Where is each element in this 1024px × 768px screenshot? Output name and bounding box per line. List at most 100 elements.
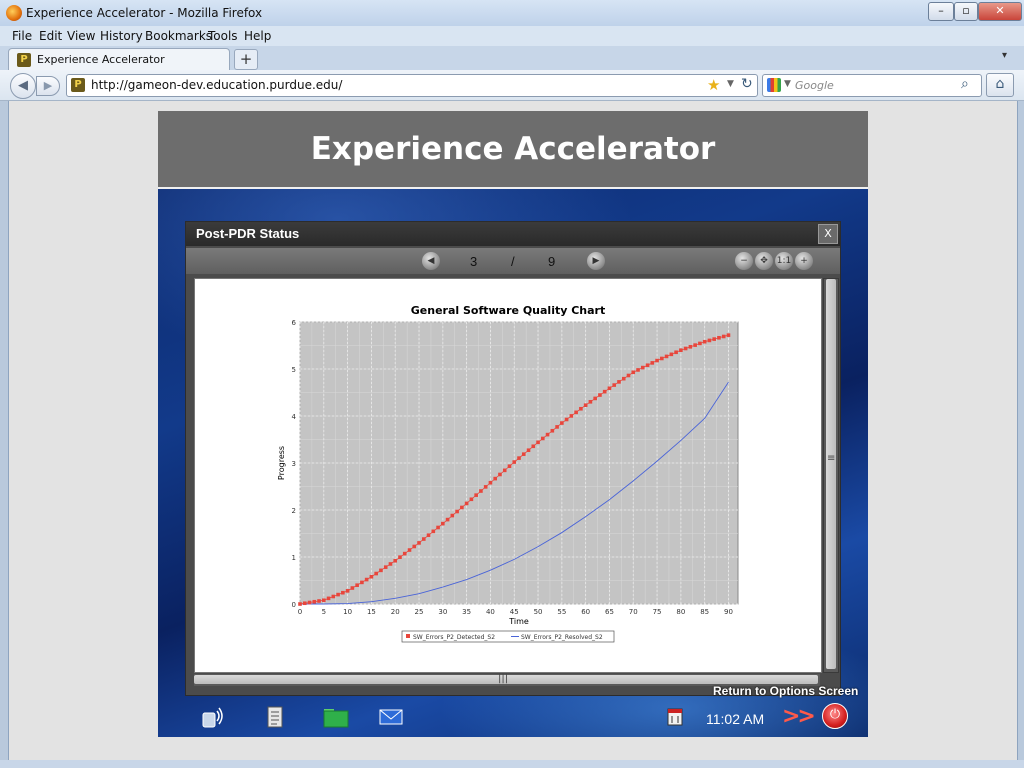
calendar-icon[interactable]: [666, 705, 684, 729]
x-tick-label: 55: [557, 608, 566, 616]
series-detected-marker: [683, 346, 688, 351]
series-detected-marker: [664, 354, 669, 359]
series-detected-marker: [360, 580, 364, 585]
menu-tools[interactable]: Tools: [208, 29, 238, 43]
vertical-scrollbar[interactable]: ≡: [823, 278, 839, 673]
series-detected-marker: [536, 440, 540, 445]
vertical-scroll-thumb[interactable]: ≡: [826, 279, 836, 669]
y-tick-label: 5: [292, 366, 296, 374]
menu-help[interactable]: Help: [244, 29, 271, 43]
url-bar[interactable]: P http://gameon-dev.education.purdue.edu…: [66, 74, 758, 97]
series-detected-marker: [474, 493, 478, 497]
document-icon[interactable]: [262, 705, 288, 729]
series-detected-marker: [493, 476, 497, 481]
dialog-title: Post-PDR Status: [196, 226, 300, 241]
minimize-button[interactable]: –: [928, 2, 954, 21]
series-detected-marker: [479, 489, 483, 493]
site-identity-icon[interactable]: P: [71, 78, 85, 92]
return-to-options-link[interactable]: Return to Options Screen: [713, 684, 858, 698]
tab-experience-accelerator[interactable]: P Experience Accelerator: [8, 48, 230, 71]
x-tick-label: 10: [343, 608, 352, 616]
scroll-grip-icon: |||: [498, 673, 509, 684]
tab-list-icon[interactable]: ▾: [1002, 50, 1007, 61]
series-detected-marker: [607, 386, 612, 391]
series-detected-marker: [693, 343, 697, 347]
search-magnifier-icon[interactable]: ⌕: [961, 76, 969, 92]
x-tick-label: 30: [438, 608, 447, 616]
series-detected-marker: [636, 368, 640, 372]
series-detected-marker: [445, 517, 450, 522]
experience-accelerator-app: Experience Accelerator Post-PDR Status X…: [158, 111, 868, 737]
menu-view[interactable]: View: [67, 29, 95, 43]
zoom-fit-icon[interactable]: ✥: [755, 252, 773, 270]
series-detected-marker: [364, 577, 369, 582]
next-page-icon[interactable]: ▶: [587, 252, 605, 270]
series-detected-marker: [398, 555, 402, 559]
menu-history[interactable]: History: [100, 29, 143, 43]
navigation-bar: ◀ ▶ P http://gameon-dev.education.purdue…: [0, 70, 1024, 101]
menu-file[interactable]: File: [12, 29, 32, 43]
dialog-close-button[interactable]: X: [818, 224, 838, 244]
series-detected-marker: [407, 548, 412, 552]
taskbar-clock: 11:02 AM: [706, 711, 765, 727]
menu-bar: File Edit View History Bookmarks Tools H…: [0, 26, 1024, 46]
page-viewport: Experience Accelerator Post-PDR Status X…: [8, 101, 1018, 760]
x-tick-label: 35: [462, 608, 471, 616]
new-tab-button[interactable]: +: [234, 49, 258, 70]
bookmark-star-icon[interactable]: ★: [707, 76, 720, 94]
menu-bookmarks[interactable]: Bookmarks: [145, 29, 212, 43]
url-text[interactable]: http://gameon-dev.education.purdue.edu/: [91, 78, 342, 92]
series-detected-marker: [436, 525, 440, 530]
series-detected-marker: [640, 365, 645, 370]
series-detected-marker: [588, 400, 593, 404]
series-detected-marker: [483, 485, 488, 489]
horizontal-scroll-thumb[interactable]: |||: [194, 673, 818, 684]
menu-edit[interactable]: Edit: [39, 29, 62, 43]
series-detected-marker: [512, 460, 517, 464]
zoom-in-icon[interactable]: +: [795, 252, 813, 270]
x-tick-label: 80: [676, 608, 685, 616]
google-icon[interactable]: [767, 78, 781, 92]
home-button[interactable]: ⌂: [986, 73, 1014, 97]
url-dropdown-icon[interactable]: ▼: [727, 79, 734, 89]
series-detected-marker: [541, 436, 545, 441]
series-detected-marker: [721, 334, 726, 339]
fast-forward-icon[interactable]: >>: [782, 704, 816, 729]
mail-icon[interactable]: [378, 705, 404, 729]
y-tick-label: 4: [292, 413, 297, 421]
series-detected-marker: [617, 380, 621, 384]
search-input[interactable]: Google: [795, 79, 834, 92]
series-detected-marker: [388, 562, 393, 566]
reload-icon[interactable]: ↻: [741, 76, 753, 92]
x-axis-label: Time: [508, 617, 529, 626]
series-detected-marker: [631, 370, 636, 375]
y-axis-label: Progress: [277, 446, 286, 480]
back-button[interactable]: ◀: [10, 73, 36, 99]
close-window-button[interactable]: ✕: [978, 2, 1022, 21]
tab-strip: P Experience Accelerator + ▾: [0, 46, 1024, 71]
series-detected-marker: [460, 505, 464, 510]
series-detected-marker: [298, 602, 302, 606]
zoom-actual-size-icon[interactable]: 1:1: [775, 252, 793, 270]
forward-button[interactable]: ▶: [36, 76, 60, 96]
power-icon[interactable]: ⏻: [822, 703, 848, 729]
folder-icon[interactable]: [323, 705, 349, 729]
series-detected-marker: [402, 551, 407, 556]
x-tick-label: 85: [700, 608, 709, 616]
search-engine-dropdown-icon[interactable]: ▼: [784, 79, 791, 89]
series-detected-marker: [317, 599, 321, 603]
post-pdr-status-dialog: Post-PDR Status X ◀ 3 / 9 ▶ − ✥ 1:1 + Ge…: [185, 221, 841, 696]
series-detected-marker: [688, 345, 693, 349]
phone-icon[interactable]: [200, 705, 226, 729]
zoom-out-icon[interactable]: −: [735, 252, 753, 270]
series-detected-marker: [517, 456, 521, 460]
previous-page-icon[interactable]: ◀: [422, 252, 440, 270]
search-bar[interactable]: ▼ Google ⌕: [762, 74, 982, 97]
site-favicon-icon: P: [17, 53, 31, 67]
series-detected-marker: [426, 533, 431, 537]
tab-label: Experience Accelerator: [37, 53, 165, 66]
window-titlebar: Experience Accelerator - Mozilla Firefox…: [0, 0, 1024, 26]
series-detected-marker: [369, 574, 374, 579]
series-detected-marker: [312, 599, 317, 604]
maximize-button[interactable]: ▫: [954, 2, 978, 21]
